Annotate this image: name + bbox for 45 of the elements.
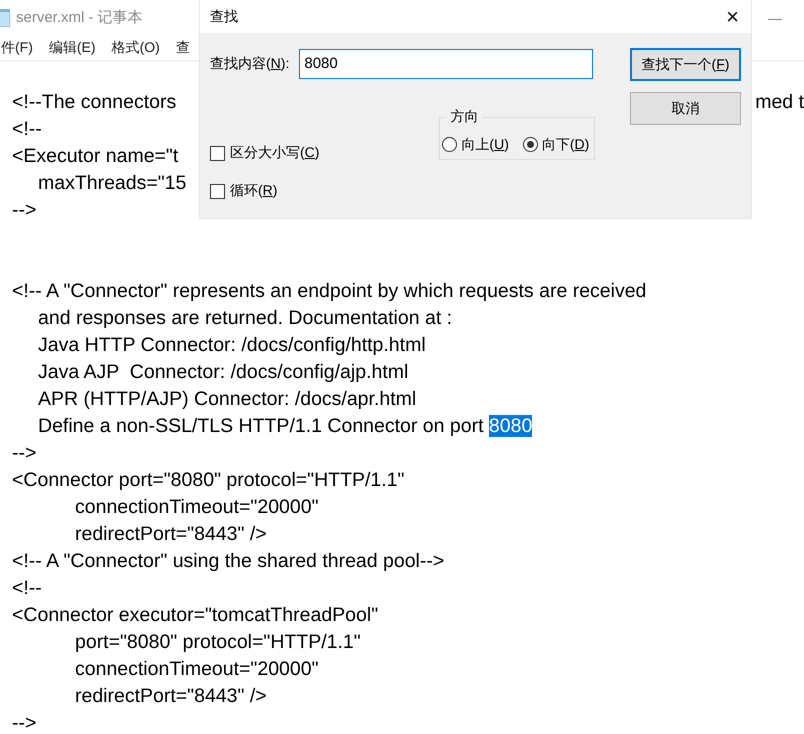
radio-button[interactable] — [442, 137, 458, 152]
window-title: server.xml - 记事本 — [16, 8, 143, 27]
checkbox-label: 区分大小写(C) — [230, 144, 320, 162]
text-line: maxThreads="15 — [38, 171, 186, 196]
text-line: <!-- A "Connector" using the shared thread pool--> — [12, 549, 444, 574]
text-line: Java HTTP Connector: /docs/config/http.html — [38, 333, 426, 358]
text-line: connectionTimeout="20000" — [75, 657, 318, 682]
text-line: <!-- A "Connector" represents an endpoint by which requests are received — [12, 279, 646, 304]
menu-item[interactable]: 格式(O) — [112, 38, 160, 56]
dialog-button[interactable]: 取消 — [630, 92, 741, 125]
find-field[interactable]: 8080 — [299, 48, 594, 78]
text-line: port="8080" protocol="HTTP/1.1" — [75, 630, 361, 655]
checkbox[interactable] — [210, 146, 225, 160]
text-line: and responses are returned. Documentation at : — [38, 306, 452, 331]
close-button[interactable]: × — [726, 4, 739, 30]
text-line: Java AJP Connector: /docs/config/ajp.html — [38, 360, 408, 385]
text-line: redirectPort="8443" /> — [75, 684, 267, 709]
minimize-button[interactable]: — — [768, 10, 782, 26]
text-line: <Executor name="t — [12, 144, 178, 169]
text-line: <!--The connectors — [12, 90, 176, 115]
radio-label: 向上(U) — [461, 136, 509, 154]
text-line: redirectPort="8443" /> — [75, 522, 267, 547]
checkbox-label: 循环(R) — [230, 182, 278, 200]
menu-item[interactable]: 查 — [176, 38, 190, 56]
notepad-icon — [0, 8, 10, 26]
text-line: --> — [12, 441, 36, 466]
text-line: connectionTimeout="20000" — [75, 495, 318, 520]
text-line: Define a non-SSL/TLS HTTP/1.1 Connector on port 8080 — [38, 414, 532, 439]
text-line: <Connector executor="tomcatThreadPool" — [12, 603, 378, 628]
find-label: 查找内容(N): — [210, 54, 290, 72]
menu-item[interactable]: 件(F) — [1, 38, 33, 56]
text-line: APR (HTTP/AJP) Connector: /docs/apr.html — [38, 387, 416, 412]
radio-label: 向下(D) — [542, 136, 590, 154]
menu-item[interactable]: 编辑(E) — [48, 38, 96, 56]
text-line: <!-- — [12, 576, 42, 601]
text-line: --> — [12, 198, 36, 223]
dialog-title: 查找 — [210, 8, 238, 26]
group-label: 方向 — [449, 108, 480, 126]
dialog-button[interactable]: 查找下一个(F) — [630, 48, 741, 81]
text-line: --> — [12, 711, 36, 734]
text-line: <Connector port="8080" protocol="HTTP/1.1" — [12, 468, 404, 493]
checkbox[interactable] — [210, 184, 225, 198]
text-fragment: med t — [755, 90, 804, 115]
text-line: <!-- — [12, 117, 42, 142]
radio-button[interactable] — [522, 137, 538, 152]
